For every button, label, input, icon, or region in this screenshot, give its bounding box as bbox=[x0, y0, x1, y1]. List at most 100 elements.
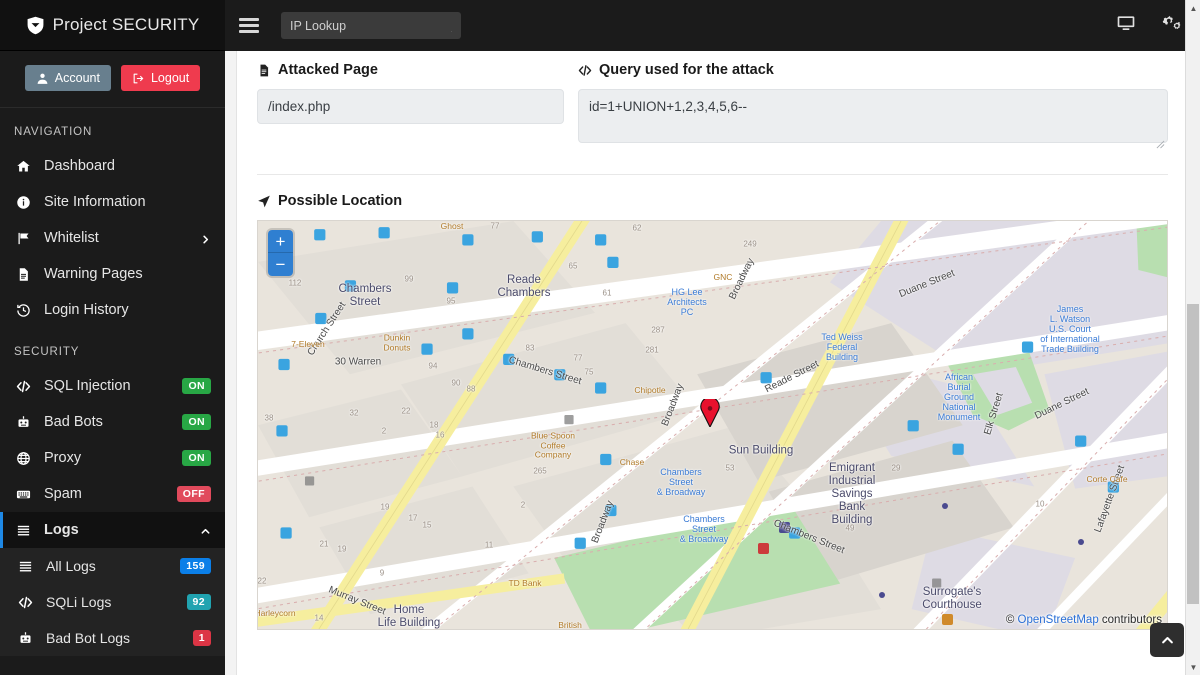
account-actions: Account Logout bbox=[0, 51, 225, 108]
home-icon bbox=[16, 159, 38, 174]
topbar bbox=[225, 0, 1200, 51]
search-icon[interactable] bbox=[451, 19, 452, 32]
nav-heading: NAVIGATION bbox=[14, 126, 93, 138]
code-icon bbox=[578, 63, 592, 78]
status-badge: ON bbox=[182, 450, 211, 466]
sidebar-item-label: Bad Bots bbox=[44, 414, 103, 430]
map-zoom-controls[interactable]: + − bbox=[268, 230, 293, 276]
map-zoom-in-button[interactable]: + bbox=[268, 230, 293, 253]
info-circle-icon bbox=[16, 195, 38, 210]
scrollbar-thumb[interactable] bbox=[1187, 304, 1199, 604]
map-poi-dot bbox=[942, 503, 948, 509]
sidebar-item-all-logs[interactable]: All Logs 159 bbox=[0, 548, 225, 584]
sidebar-item-sqli-logs[interactable]: SQLi Logs 92 bbox=[0, 584, 225, 620]
sidebar-item-warning-pages[interactable]: Warning Pages bbox=[0, 256, 225, 292]
status-badge: ON bbox=[182, 378, 211, 394]
search-input[interactable] bbox=[290, 18, 451, 33]
status-badge: OFF bbox=[176, 486, 211, 502]
count-badge: 1 bbox=[192, 630, 211, 646]
scrollbar-down-arrow[interactable]: ▼ bbox=[1186, 659, 1200, 675]
sidebar-item-label: Warning Pages bbox=[44, 266, 143, 282]
openstreetmap-link[interactable]: OpenStreetMap bbox=[1018, 614, 1099, 626]
section-title-text: Possible Location bbox=[278, 193, 403, 209]
attribution-prefix: © bbox=[1005, 614, 1018, 626]
list-icon bbox=[16, 523, 38, 538]
details-row: Attacked Page Query used for the attack … bbox=[257, 62, 1168, 149]
chevron-up-icon bbox=[1160, 633, 1175, 648]
sidebar-item-label: Spam bbox=[44, 486, 82, 502]
code-icon bbox=[18, 595, 40, 610]
flag-icon bbox=[16, 231, 38, 246]
sidebar-item-whitelist[interactable]: Whitelist bbox=[0, 220, 225, 256]
query-title: Query used for the attack bbox=[578, 62, 1168, 78]
sidebar-item-label: Proxy bbox=[44, 450, 82, 466]
content-card: Attacked Page Query used for the attack … bbox=[236, 51, 1189, 675]
query-textarea[interactable]: id=1+UNION+1,2,3,4,5,6-- bbox=[578, 89, 1168, 143]
status-badge: ON bbox=[182, 414, 211, 430]
account-button[interactable]: Account bbox=[24, 65, 111, 91]
sidebar-item-bad-bot-logs[interactable]: Bad Bot Logs 1 bbox=[0, 620, 225, 656]
chevron-up-icon bbox=[200, 525, 211, 536]
list-icon bbox=[18, 559, 40, 574]
scrollbar-up-arrow[interactable]: ▲ bbox=[1186, 0, 1200, 16]
account-button-label: Account bbox=[54, 71, 100, 85]
ip-lookup-search[interactable] bbox=[281, 12, 461, 39]
security-heading: SECURITY bbox=[14, 346, 80, 358]
sidebar-item-label: Login History bbox=[44, 302, 129, 318]
map-zoom-out-button[interactable]: − bbox=[268, 253, 293, 276]
sidebar-item-label: SQLi Logs bbox=[46, 594, 112, 610]
section-divider bbox=[257, 174, 1168, 175]
query-block: Query used for the attack id=1+UNION+1,2… bbox=[578, 62, 1168, 149]
possible-location-title: Possible Location bbox=[257, 193, 1168, 209]
logout-button[interactable]: Logout bbox=[120, 65, 201, 91]
globe-icon bbox=[16, 451, 38, 466]
location-arrow-icon bbox=[257, 194, 271, 209]
hamburger-icon[interactable] bbox=[239, 18, 259, 33]
sidebar-item-login-history[interactable]: Login History bbox=[0, 292, 225, 328]
robot-icon bbox=[18, 631, 40, 646]
browser-scrollbar[interactable]: ▲ ▼ bbox=[1185, 0, 1200, 675]
sidebar-item-label: Site Information bbox=[44, 194, 146, 210]
count-badge: 159 bbox=[180, 558, 211, 574]
page-scroll-area: Attacked Page Query used for the attack … bbox=[225, 51, 1200, 675]
robot-icon bbox=[16, 415, 38, 430]
scroll-to-top-button[interactable] bbox=[1150, 623, 1184, 657]
file-icon bbox=[16, 267, 38, 282]
count-badge: 92 bbox=[186, 594, 211, 610]
logout-button-label: Logout bbox=[150, 71, 190, 85]
sidebar-item-proxy[interactable]: Proxy ON bbox=[0, 440, 225, 476]
brand-logo[interactable]: Project SECURITY bbox=[0, 0, 225, 51]
section-title-text: Query used for the attack bbox=[599, 62, 774, 78]
sidebar-item-bad-bots[interactable]: Bad Bots ON bbox=[0, 404, 225, 440]
map-poi-dot bbox=[1078, 539, 1084, 545]
map-poi-dot bbox=[879, 592, 885, 598]
gears-icon[interactable] bbox=[1162, 13, 1182, 38]
sidebar-item-site-information[interactable]: Site Information bbox=[0, 184, 225, 220]
sidebar-item-spam[interactable]: Spam OFF bbox=[0, 476, 225, 512]
sidebar-item-label: Bad Bot Logs bbox=[46, 630, 131, 646]
sidebar-item-label: Whitelist bbox=[44, 230, 99, 246]
sidebar-item-label: SQL Injection bbox=[44, 378, 131, 394]
query-textarea-wrap: id=1+UNION+1,2,3,4,5,6-- bbox=[578, 89, 1168, 149]
attacked-page-block: Attacked Page bbox=[257, 62, 564, 148]
attacked-page-input[interactable] bbox=[257, 89, 564, 124]
section-title-text: Attacked Page bbox=[278, 62, 378, 78]
history-icon bbox=[16, 303, 38, 318]
attacked-page-title: Attacked Page bbox=[257, 62, 564, 78]
code-icon bbox=[16, 379, 38, 394]
map-poi-square bbox=[942, 614, 953, 625]
sidebar-item-sql-injection[interactable]: SQL Injection ON bbox=[0, 368, 225, 404]
topbar-actions bbox=[1116, 13, 1182, 38]
sidebar-item-label: Dashboard bbox=[44, 158, 115, 174]
sidebar-item-logs[interactable]: Logs bbox=[0, 512, 225, 548]
main-region: Attacked Page Query used for the attack … bbox=[225, 0, 1200, 675]
map-poi-square bbox=[758, 543, 769, 554]
chevron-right-icon bbox=[200, 233, 211, 244]
location-map[interactable]: + − Ghost Chambers Street Church Street 7-E… bbox=[257, 220, 1168, 630]
monitor-icon[interactable] bbox=[1116, 13, 1136, 38]
keyboard-icon bbox=[16, 487, 38, 502]
sidebar-item-label: All Logs bbox=[46, 558, 96, 574]
sidebar: Project SECURITY Account Logout NAVIGATI… bbox=[0, 0, 225, 675]
sidebar-item-dashboard[interactable]: Dashboard bbox=[0, 148, 225, 184]
shield-heart-icon bbox=[26, 16, 45, 35]
